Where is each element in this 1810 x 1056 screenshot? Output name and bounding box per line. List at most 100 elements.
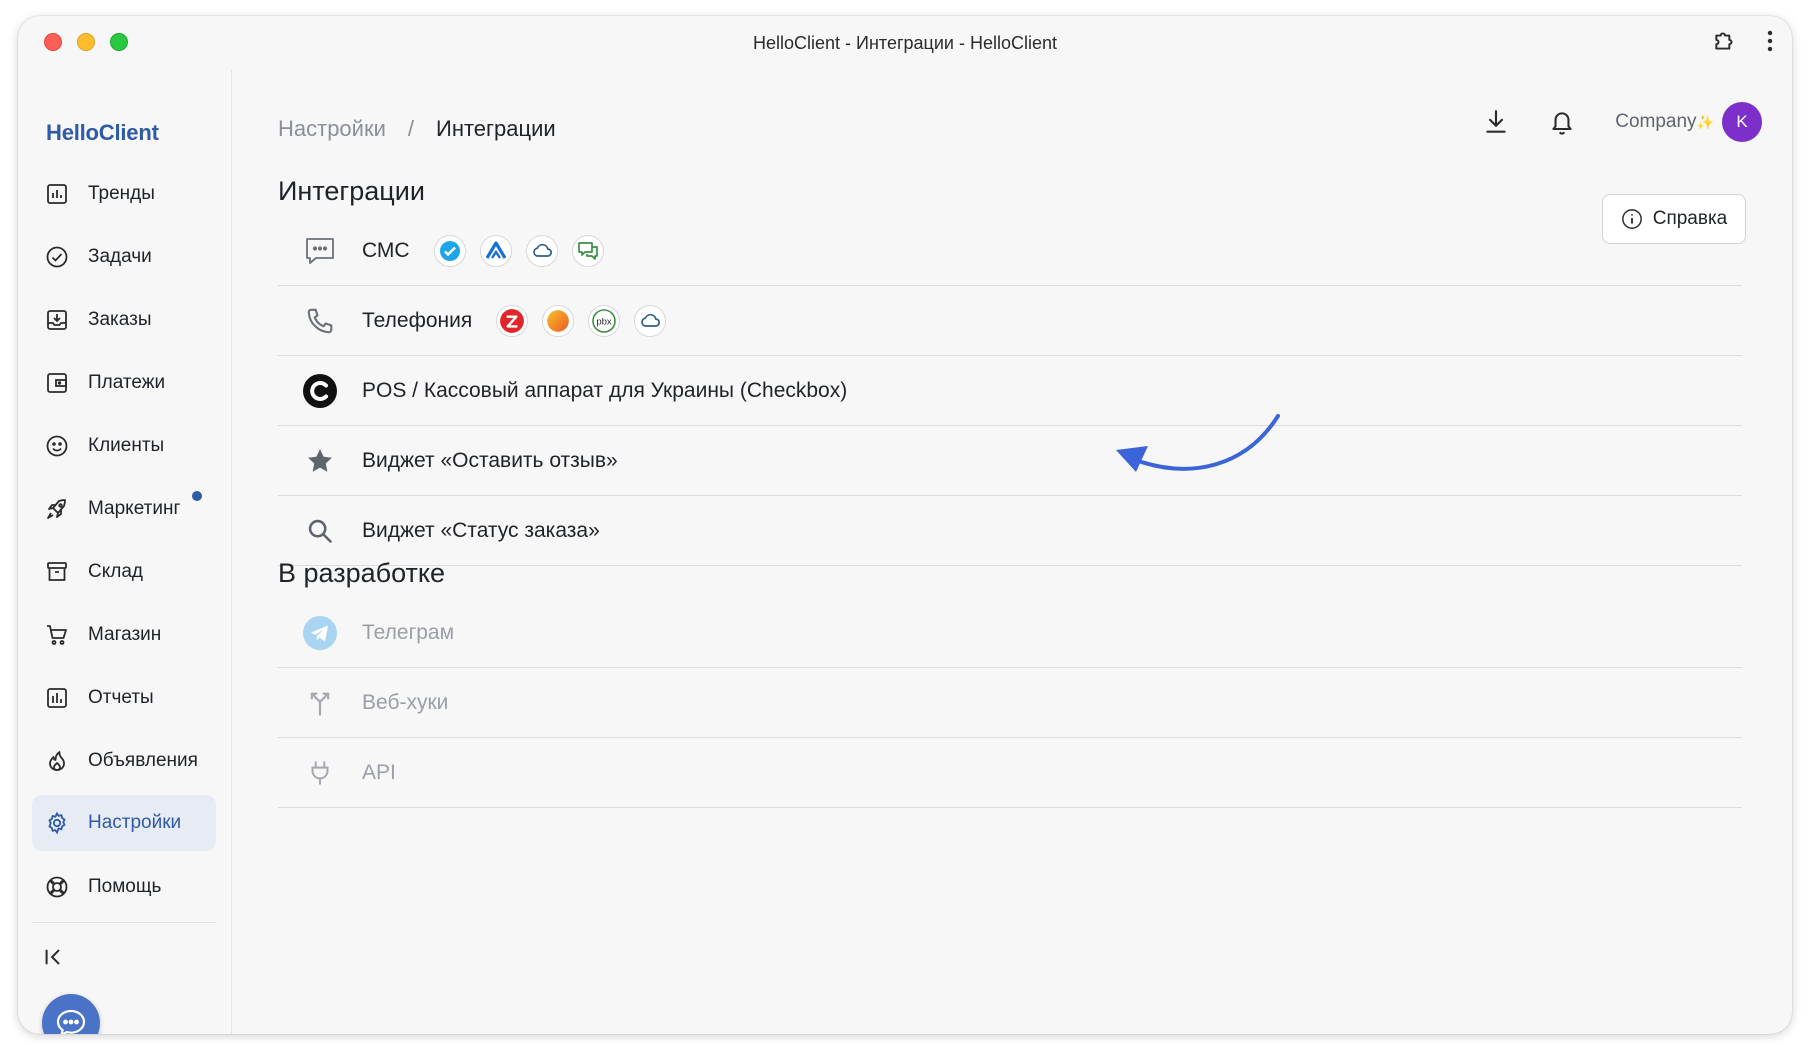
rocket-icon [44,496,70,522]
extensions-icon[interactable] [1712,28,1738,54]
chat-support-button[interactable] [42,994,100,1034]
sidebar-nav: Тренды Задачи Заказы Платежи Клиенты Мар… [32,162,216,923]
sidebar-item-label: Клиенты [88,434,165,456]
integration-label: Виджет «Оставить отзыв» [362,448,618,472]
title-bar: HelloClient - Интеграции - HelloClient [18,16,1792,70]
dev-row-webhooks: Веб-хуки [278,668,1742,738]
integration-label: Виджет «Статус заказа» [362,518,600,542]
bar-chart-icon [44,181,70,207]
company-label: Company [1615,111,1697,132]
header-actions: Company✨ K [1483,102,1762,142]
integration-row-pos[interactable]: POS / Кассовый аппарат для Украины (Chec… [278,356,1742,426]
sidebar-item-warehouse[interactable]: Склад [32,540,216,603]
sidebar-item-label: Тренды [88,182,155,204]
sidebar-item-label: Отчеты [88,686,154,708]
integration-label: СМС [362,238,410,262]
collapse-sidebar-icon[interactable] [42,946,64,973]
sidebar-item-label: Заказы [88,308,152,330]
dev-label: Веб-хуки [362,690,449,714]
sms-provider-logo-3[interactable] [525,234,558,267]
in-development-list: Телеграм Веб-хуки API [278,598,1742,808]
sms-provider-logo-4[interactable] [571,234,604,267]
telephony-provider-logo-2[interactable] [542,304,575,337]
integration-row-order-status-widget[interactable]: Виджет «Статус заказа» [278,496,1742,566]
window-controls [44,33,128,51]
minimize-window-button[interactable] [77,33,95,51]
sidebar-item-label: Помощь [88,875,162,897]
sms-providers [433,234,604,267]
sms-provider-logo-1[interactable] [433,234,466,267]
integration-row-review-widget[interactable]: Виджет «Оставить отзыв» [278,426,1742,496]
dev-label: API [362,760,396,784]
sidebar-item-label: Маркетинг [88,497,181,519]
sidebar-item-shop[interactable]: Магазин [32,603,216,666]
main-content: Настройки / Интеграции Company✨ K Интегр… [232,70,1792,1034]
telephony-provider-logo-4[interactable] [634,304,667,337]
wallet-icon [44,370,70,396]
app-window: HelloClient - Интеграции - HelloClient H… [18,16,1792,1034]
telephony-provider-logo-pbx[interactable]: pbx [588,304,621,337]
sms-provider-logo-2[interactable] [479,234,512,267]
telephony-provider-logo-1[interactable] [496,304,529,337]
checkbox-logo-icon [278,373,362,409]
chat-bubble-icon [56,1009,86,1034]
lifebuoy-icon [44,874,70,900]
brand-logo[interactable]: HelloClient [46,120,159,146]
sidebar-item-reports[interactable]: Отчеты [32,666,216,729]
sidebar-item-help[interactable]: Помощь [32,855,216,918]
integration-row-sms[interactable]: СМС [278,216,1742,286]
breadcrumb-current: Интеграции [436,116,556,141]
company-name[interactable]: Company✨ [1615,111,1714,133]
close-window-button[interactable] [44,33,62,51]
integrations-title: Интеграции [278,176,425,206]
window-title: HelloClient - Интеграции - HelloClient [752,32,1057,53]
sidebar-item-clients[interactable]: Клиенты [32,414,216,477]
integration-label: POS / Кассовый аппарат для Украины (Chec… [362,378,848,402]
integrations-list: СМС Телефония pbx POS / Кассовый аппарат… [278,216,1742,566]
integration-row-telephony[interactable]: Телефония pbx [278,286,1742,356]
search-icon [278,517,362,545]
bell-icon[interactable] [1549,108,1575,136]
breadcrumb-parent-link[interactable]: Настройки [278,116,386,142]
report-chart-icon [44,685,70,711]
telephony-providers: pbx [496,304,667,337]
sidebar-item-label: Настройки [88,812,182,833]
sidebar-item-trends[interactable]: Тренды [32,162,216,225]
sidebar-item-tasks[interactable]: Задачи [32,225,216,288]
integration-label: Телефония [362,308,473,332]
sidebar-item-label: Задачи [88,245,152,267]
flame-icon [44,748,70,774]
download-icon[interactable] [1483,108,1509,136]
breadcrumb-separator: / [407,116,414,141]
sidebar-item-orders[interactable]: Заказы [32,288,216,351]
gear-icon [44,810,70,836]
sidebar-item-marketing[interactable]: Маркетинг [32,477,216,540]
annotation-arrow [1116,414,1280,472]
avatar[interactable]: K [1722,102,1762,142]
sidebar-item-label: Склад [88,560,143,582]
sidebar-item-payments[interactable]: Платежи [32,351,216,414]
sidebar-divider [32,922,216,923]
archive-box-icon [44,559,70,585]
sidebar: HelloClient Тренды Задачи Заказы Платежи… [18,70,232,1034]
inbox-download-icon [44,307,70,333]
notification-dot [192,491,202,501]
pbx-logo-text: pbx [597,316,613,327]
cart-icon [44,622,70,648]
check-circle-icon [44,244,70,270]
sidebar-item-settings[interactable]: Настройки [32,795,216,851]
more-vertical-icon[interactable] [1766,29,1774,53]
star-icon [278,446,362,476]
sparkle-icon: ✨ [1696,114,1714,130]
sidebar-item-label: Магазин [88,623,162,645]
maximize-window-button[interactable] [110,33,128,51]
sidebar-item-ads[interactable]: Объявления [32,729,216,792]
sms-message-icon [278,236,362,266]
sidebar-item-label: Объявления [88,749,198,771]
breadcrumb: Настройки / Интеграции [278,116,556,142]
webhook-icon [278,689,362,717]
telegram-icon [278,615,362,650]
dev-row-api: API [278,738,1742,808]
plug-icon [278,759,362,787]
dev-row-telegram: Телеграм [278,598,1742,668]
